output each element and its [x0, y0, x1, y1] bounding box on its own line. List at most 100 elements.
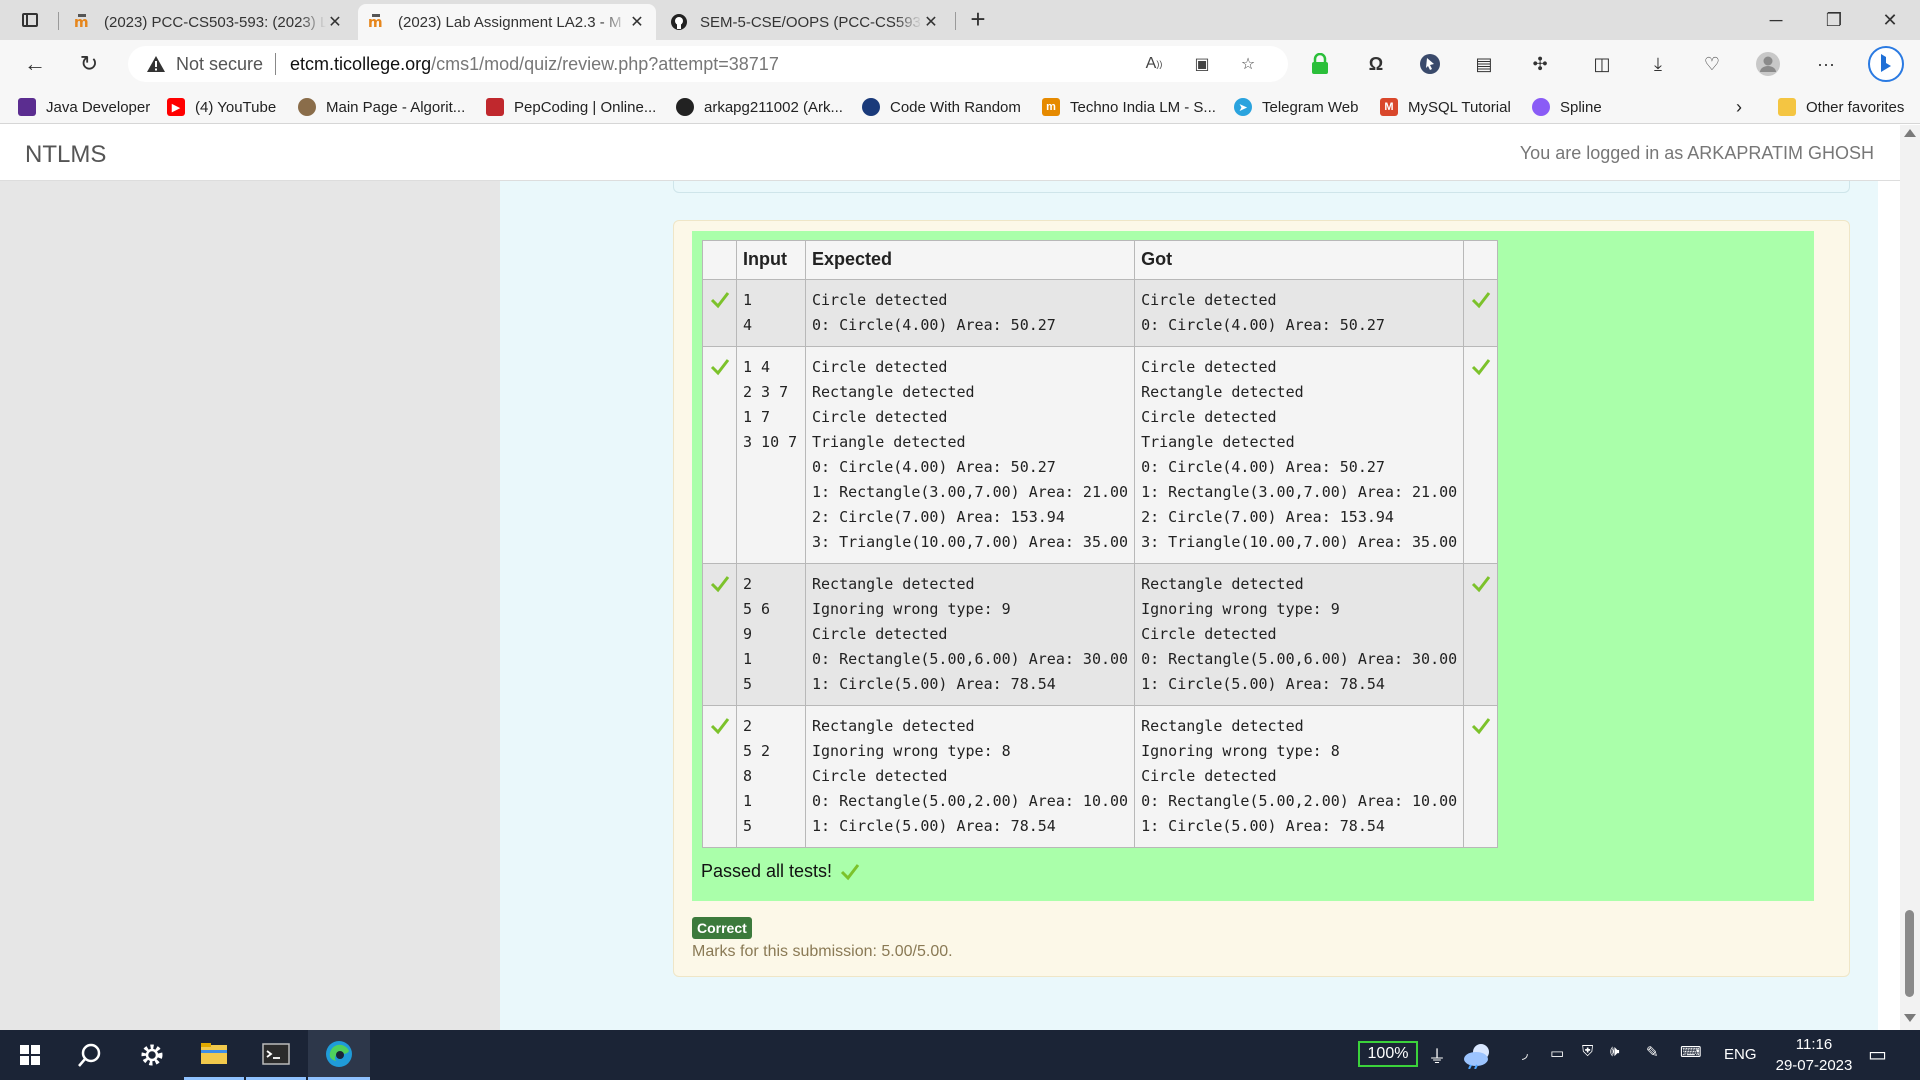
new-tab-button[interactable]: + [964, 6, 992, 34]
url-host: etcm.ticollege.org [290, 53, 432, 74]
edge-app[interactable] [308, 1030, 370, 1080]
charging-plug-icon[interactable]: ⏚ [1428, 1043, 1446, 1069]
scroll-up-arrow-icon[interactable] [1904, 129, 1916, 137]
refresh-button[interactable]: ↻ [72, 48, 106, 80]
page-scrollbar[interactable] [1900, 125, 1920, 1030]
close-icon[interactable]: ✕ [922, 12, 940, 32]
table-row: 1 4 Circle detected 0: Circle(4.00) Area… [702, 279, 1499, 347]
svg-text:m: m [368, 15, 383, 30]
pass-tick [702, 705, 737, 848]
favorites-overflow-chevron-icon[interactable]: › [1736, 96, 1742, 118]
wifi-icon[interactable]: ◞ [1522, 1044, 1528, 1062]
security-label[interactable]: Not secure [176, 54, 263, 75]
collections-icon[interactable]: ▤ [1470, 50, 1498, 78]
back-button[interactable]: ← [18, 48, 52, 80]
close-icon[interactable]: ✕ [628, 12, 646, 32]
volume-icon[interactable]: 🕪 [1610, 1043, 1619, 1060]
browser-tab-3[interactable]: SEM-5-CSE/OOPS (PCC-CS593)/A ✕ [660, 4, 950, 40]
scroll-down-arrow-icon[interactable] [1904, 1014, 1916, 1022]
extensions-puzzle-icon[interactable]: ✣ [1526, 50, 1554, 78]
codewithrandom-icon [862, 98, 880, 116]
start-button[interactable] [0, 1030, 60, 1080]
java-icon [18, 98, 36, 116]
extension-omega-icon[interactable]: Ω [1362, 50, 1390, 78]
pass-tick [702, 563, 737, 706]
language-indicator[interactable]: ENG [1724, 1046, 1757, 1063]
check-icon [1471, 576, 1490, 593]
favorite-github[interactable]: arkapg211002 (Ark... [676, 96, 843, 118]
cell-input: 1 4 2 3 7 1 7 3 10 7 [736, 346, 806, 564]
header-got: Got [1134, 240, 1465, 280]
browser-essentials-icon[interactable]: ♡ [1698, 50, 1726, 78]
windows-logo-icon [20, 1045, 40, 1065]
pass-tick [702, 279, 737, 347]
favorite-mysql[interactable]: M MySQL Tutorial [1380, 96, 1511, 118]
favorite-star-icon[interactable]: ☆ [1236, 54, 1260, 74]
result-tick [1463, 563, 1499, 706]
restore-button[interactable]: ❐ [1806, 0, 1862, 40]
extension-cursor-icon[interactable] [1416, 50, 1444, 78]
status-badge: Correct [692, 917, 752, 939]
logged-in-info: You are logged in as ARKAPRATIM GHOSH [1519, 143, 1874, 163]
site-brand[interactable]: NTLMS [25, 141, 106, 169]
keyboard-icon[interactable]: ⌨ [1680, 1043, 1702, 1061]
cell-expected: Rectangle detected Ignoring wrong type: … [804, 705, 1136, 848]
favorite-java-developer[interactable]: Java Developer [18, 96, 150, 118]
weather-widget[interactable] [1448, 1030, 1508, 1080]
favorite-label: arkapg211002 (Ark... [704, 98, 843, 116]
cell-expected: Circle detected Rectangle detected Circl… [804, 346, 1136, 564]
passed-summary-text: Passed all tests! [701, 861, 833, 881]
cell-got: Rectangle detected Ignoring wrong type: … [1134, 705, 1465, 848]
extension-lock-icon[interactable] [1306, 50, 1334, 78]
downloads-icon[interactable]: ⤓ [1644, 50, 1672, 78]
battery-percent-display[interactable]: 100% [1358, 1041, 1418, 1067]
read-aloud-icon[interactable]: A)) [1142, 54, 1166, 74]
browser-tab-2[interactable]: m (2023) Lab Assignment LA2.3 - M ✕ [358, 4, 656, 40]
immersive-reader-icon[interactable]: ▣ [1190, 54, 1214, 74]
minimize-button[interactable]: ─ [1748, 0, 1804, 40]
favorite-spline[interactable]: Spline [1532, 96, 1602, 118]
favorite-algorithmist[interactable]: Main Page - Algorit... [298, 96, 465, 118]
browser-tab-strip: m (2023) PCC-CS503-593: (2023) La ✕ m (2… [0, 0, 1920, 40]
favorite-telegram[interactable]: ➤ Telegram Web [1234, 96, 1358, 118]
favorite-code-with-random[interactable]: Code With Random [862, 96, 1021, 118]
terminal-icon [262, 1042, 290, 1065]
folder-icon [201, 1042, 227, 1064]
search-button[interactable] [60, 1030, 120, 1080]
battery-icon[interactable]: ▭ [1550, 1044, 1564, 1062]
github-icon [676, 98, 694, 116]
favorite-techno-india[interactable]: m Techno India LM - S... [1042, 96, 1216, 118]
main-content: Input Expected Got 1 4 Circle detected 0… [500, 181, 1878, 1030]
address-bar[interactable]: Not secure etcm.ticollege.org /cms1/mod/… [128, 46, 1288, 82]
favorite-youtube[interactable]: ▶ (4) YouTube [167, 96, 276, 118]
favorite-label: PepCoding | Online... [514, 98, 657, 116]
profile-avatar-icon[interactable] [1754, 50, 1782, 78]
tab-separator [955, 12, 956, 30]
security-shield-icon[interactable]: ⛨ [1582, 1043, 1593, 1060]
check-icon [1471, 718, 1490, 735]
header-status [702, 240, 737, 280]
browser-tab-1[interactable]: m (2023) PCC-CS503-593: (2023) La ✕ [64, 4, 354, 40]
other-favorites[interactable]: Other favorites [1778, 96, 1904, 118]
split-screen-icon[interactable]: ◫ [1588, 50, 1616, 78]
close-icon[interactable]: ✕ [326, 12, 344, 32]
file-explorer-app[interactable] [184, 1030, 244, 1080]
system-clock[interactable]: 11:16 29-07-2023 [1766, 1034, 1862, 1076]
favorite-pepcoding[interactable]: PepCoding | Online... [486, 96, 656, 118]
pen-icon[interactable]: ✎ [1646, 1043, 1659, 1061]
tab-actions-button[interactable] [16, 8, 44, 32]
site-header: NTLMS You are logged in as ARKAPRATIM GH… [0, 125, 1900, 181]
terminal-app[interactable] [246, 1030, 306, 1080]
favorite-label: Java Developer [46, 98, 151, 116]
close-window-button[interactable]: ✕ [1862, 0, 1918, 40]
more-menu-icon[interactable]: ··· [1812, 50, 1840, 78]
bing-copilot-icon[interactable] [1866, 44, 1906, 84]
favorite-label: Spline [1560, 98, 1602, 116]
notifications-icon[interactable]: ▭ [1868, 1042, 1887, 1067]
settings-app[interactable] [122, 1030, 182, 1080]
tab-separator [58, 12, 59, 30]
scrollbar-thumb[interactable] [1905, 910, 1914, 997]
favorite-label: Telegram Web [1262, 98, 1359, 116]
other-favorites-label: Other favorites [1806, 98, 1905, 116]
table-header-row: Input Expected Got [702, 240, 1499, 280]
